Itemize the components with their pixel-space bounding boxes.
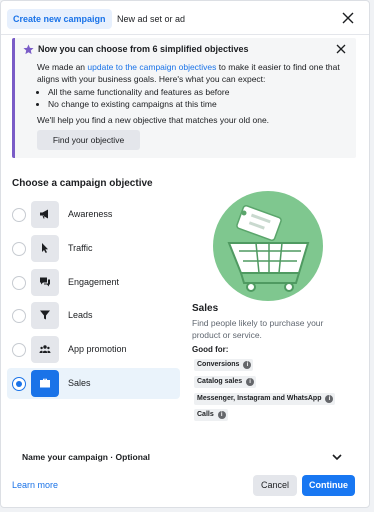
notice-bullet: No change to existing campaigns at this …	[48, 98, 229, 110]
radio-button[interactable]	[12, 242, 26, 256]
good-for-chip: Calls i	[194, 409, 228, 421]
notice-body: We made an update to the campaign object…	[37, 62, 357, 85]
objective-label: Awareness	[68, 209, 113, 219]
good-for-label: Good for:	[192, 345, 229, 354]
objectives-update-link[interactable]: update to the campaign objectives	[87, 62, 216, 72]
find-your-objective-button[interactable]: Find your objective	[37, 130, 140, 150]
objective-sales[interactable]: Sales	[7, 368, 180, 399]
chat-bubbles-icon	[31, 269, 59, 296]
radio-button[interactable]	[12, 377, 26, 391]
info-icon[interactable]: i	[246, 378, 255, 386]
notice-bullets: All the same functionality and features …	[48, 86, 229, 110]
briefcase-icon	[31, 370, 59, 397]
objective-label: Engagement	[68, 277, 120, 287]
create-campaign-dialog: Create new campaign New ad set or ad Now…	[0, 0, 370, 508]
radio-button[interactable]	[12, 343, 26, 357]
tab-new-ad-set-or-ad[interactable]: New ad set or ad	[111, 9, 191, 29]
name-your-campaign-toggle[interactable]: Name your campaign · Optional	[22, 452, 150, 462]
objectives-update-notice: Now you can choose from 6 simplified obj…	[12, 38, 356, 158]
objective-detail-description: Find people likely to purchase your prod…	[192, 318, 324, 340]
info-icon[interactable]: i	[217, 411, 226, 419]
objective-leads[interactable]: Leads	[7, 300, 180, 331]
people-icon	[31, 336, 59, 363]
radio-button[interactable]	[12, 208, 26, 222]
info-icon[interactable]: i	[325, 395, 334, 403]
megaphone-icon	[31, 201, 59, 228]
chip-label: Conversions	[197, 361, 240, 368]
objective-label: Traffic	[68, 243, 93, 253]
notice-close-icon[interactable]	[336, 44, 346, 54]
good-for-chip: Messenger, Instagram and WhatsApp i	[194, 393, 336, 405]
tab-create-new-campaign[interactable]: Create new campaign	[7, 9, 112, 29]
info-icon[interactable]: i	[243, 361, 252, 369]
objective-awareness[interactable]: Awareness	[7, 199, 180, 230]
radio-button[interactable]	[12, 276, 26, 290]
notice-bullet: All the same functionality and features …	[48, 86, 229, 98]
objective-traffic[interactable]: Traffic	[7, 233, 180, 264]
objective-label: Sales	[68, 378, 91, 388]
notice-title: Now you can choose from 6 simplified obj…	[38, 44, 249, 54]
cancel-button[interactable]: Cancel	[253, 475, 297, 496]
close-icon[interactable]	[342, 12, 354, 24]
objective-label: App promotion	[68, 344, 127, 354]
objective-engagement[interactable]: Engagement	[7, 267, 180, 298]
chip-label: Calls	[197, 411, 214, 418]
radio-button[interactable]	[12, 309, 26, 323]
notice-body-prefix: We made an	[37, 62, 88, 72]
cursor-icon	[31, 235, 59, 262]
learn-more-link[interactable]: Learn more	[12, 480, 58, 490]
funnel-icon	[31, 302, 59, 329]
objective-label: Leads	[68, 310, 93, 320]
star-icon	[23, 44, 34, 55]
good-for-chip: Conversions i	[194, 359, 254, 371]
good-for-chip: Catalog sales i	[194, 376, 257, 388]
objective-detail-title: Sales	[192, 303, 219, 314]
section-title: Choose a campaign objective	[12, 178, 153, 189]
tab-bar: Create new campaign New ad set or ad	[1, 1, 369, 35]
chip-label: Catalog sales	[197, 378, 243, 385]
continue-button[interactable]: Continue	[302, 475, 355, 496]
notice-help-text: We'll help you find a new objective that…	[37, 115, 270, 125]
objective-app-promotion[interactable]: App promotion	[7, 334, 180, 365]
sales-cart-illustration	[213, 191, 323, 301]
chip-label: Messenger, Instagram and WhatsApp	[197, 395, 322, 402]
chevron-down-icon[interactable]	[332, 453, 342, 461]
